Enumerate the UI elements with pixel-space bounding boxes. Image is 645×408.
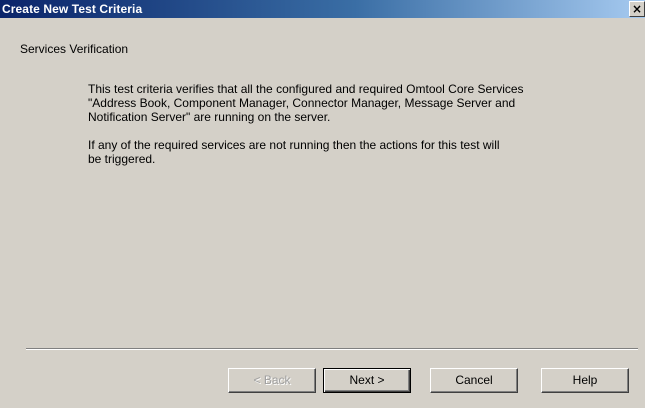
page-title: Services Verification [20, 42, 129, 56]
wizard-dialog: Create New Test Criteria × Services Veri… [0, 0, 645, 408]
close-icon: × [631, 2, 643, 16]
description-paragraph: This test criteria verifies that all the… [88, 82, 524, 124]
title-bar[interactable]: Create New Test Criteria × [0, 0, 645, 18]
help-button[interactable]: Help [541, 368, 629, 393]
close-button[interactable]: × [629, 1, 645, 17]
description-paragraph: If any of the required services are not … [88, 138, 500, 166]
cancel-button[interactable]: Cancel [430, 368, 518, 393]
window-title: Create New Test Criteria [2, 2, 143, 16]
button-separator [26, 348, 638, 350]
back-button[interactable]: < Back [228, 368, 316, 393]
description-text: This test criteria verifies that all the… [88, 82, 608, 180]
next-button[interactable]: Next > [323, 368, 411, 393]
